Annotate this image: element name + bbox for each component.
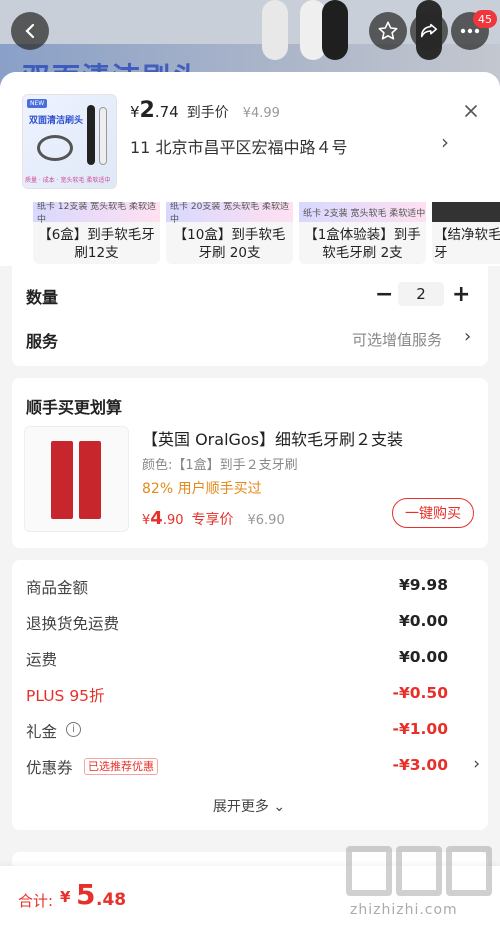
cost-label: PLUS 95折 (26, 687, 105, 705)
service-label: 服务 (26, 332, 59, 351)
star-icon (378, 21, 398, 40)
cost-value: -¥3.00 (392, 756, 448, 774)
cost-label: 优惠券 (26, 759, 73, 777)
more-dots-icon (460, 28, 480, 34)
product-box (51, 441, 73, 519)
product-thumbnail[interactable]: NEW 双面清洁刷头 质量 · 成本 · 宽头软毛 柔软适中 (22, 94, 117, 189)
cost-value: ¥0.00 (398, 612, 448, 630)
variant-option[interactable]: 纸卡 12支装 宽头软毛 柔软适中 【6盒】到手软毛牙刷12支 (33, 202, 160, 264)
cost-value: -¥0.50 (392, 684, 448, 702)
share-icon (420, 23, 438, 38)
upsell-buy-rate: 82% 用户顺手买过 (142, 481, 262, 497)
price-integer: 2 (139, 98, 155, 123)
variant-selector: 纸卡 12支装 宽头软毛 柔软适中 【6盒】到手软毛牙刷12支 纸卡 20支装 … (0, 202, 500, 266)
watermark-text: zhizhizhi.com (350, 902, 458, 918)
close-button[interactable] (460, 100, 482, 122)
service-selector[interactable]: 可选增值服务 (352, 329, 442, 350)
variant-option[interactable]: 纸卡 2支装 宽头软毛 柔软适中 【1盒体验装】到手软毛牙刷 2支 (299, 202, 426, 264)
original-price: ¥4.99 (242, 106, 280, 121)
total-label: 合计: (18, 892, 54, 910)
price-decimal: .74 (154, 103, 179, 121)
variant-strip: 纸卡 2支装 宽头软毛 柔软适中 (299, 202, 426, 222)
recommended-coupon-badge: 已选推荐优惠 (84, 758, 158, 775)
quantity-input[interactable]: 2 (398, 282, 444, 306)
expand-more-button[interactable]: 展开更多 ⌄ (12, 796, 486, 816)
close-icon (465, 105, 477, 117)
upsell-price-tag: 专享价 (191, 512, 234, 528)
total-integer: 5 (76, 878, 96, 911)
chevron-right-icon[interactable]: › (441, 130, 449, 154)
address-text: 11 北京市昌平区宏福中路４号 (130, 138, 348, 157)
cost-label: 退换货免运费 (26, 615, 120, 633)
price-row: ¥ 2 .74 到手价 ¥4.99 (130, 98, 280, 123)
share-button[interactable] (410, 12, 448, 50)
thumbnail-caption: 质量 · 成本 · 宽头软毛 柔软适中 (25, 177, 111, 184)
cost-row: PLUS 95折 -¥0.50 (12, 676, 486, 712)
back-arrow-icon (25, 23, 35, 39)
watermark-glyph (396, 846, 442, 896)
variant-strip: 纸卡 20支装 宽头软毛 柔软适中 (166, 202, 293, 225)
cost-value: ¥0.00 (398, 648, 448, 666)
upsell-price-integer: 4 (150, 508, 163, 529)
upsell-original-price: ¥6.90 (247, 513, 285, 528)
price-symbol: ¥ (130, 103, 140, 121)
thumbnail-brush (99, 107, 107, 165)
variant-label: 【结净软毛牙 (434, 227, 500, 261)
address-selector[interactable]: 11 北京市昌平区宏福中路４号 (130, 134, 460, 158)
total-decimal: .48 (96, 890, 127, 910)
cost-row: 礼金 i -¥1.00 (12, 712, 486, 748)
quantity-decrease-button[interactable]: − (375, 284, 393, 306)
cost-row: 退换货免运费 ¥0.00 (12, 604, 486, 640)
cost-row: 商品金额 ¥9.98 (12, 568, 486, 604)
total-symbol: ¥ (60, 888, 71, 906)
variant-label: 【1盒体验装】到手软毛牙刷 2支 (304, 227, 421, 261)
cost-row: 运费 ¥0.00 (12, 640, 486, 676)
cost-label: 礼金 (26, 723, 58, 741)
favorite-button[interactable] (369, 12, 407, 50)
upsell-price: ¥ 4 .90 专享价 ¥6.90 (142, 508, 285, 529)
options-card: 数量 − 2 + 服务 可选增值服务 › (12, 266, 488, 366)
purchase-sheet: NEW 双面清洁刷头 质量 · 成本 · 宽头软毛 柔软适中 ¥ 2 .74 到… (0, 72, 500, 928)
variant-option[interactable]: 纸卡 20支装 宽头软毛 柔软适中 【10盒】到手软毛牙刷 20支 (166, 202, 293, 264)
chevron-right-icon[interactable]: › (464, 326, 471, 347)
upsell-product-name[interactable]: 【英国 OralGos】细软毛牙刷２支装 (142, 426, 403, 450)
info-icon[interactable]: i (66, 722, 81, 737)
thumbnail-title: 双面清洁刷头 (29, 116, 84, 126)
cost-breakdown-card: 商品金额 ¥9.98 退换货免运费 ¥0.00 运费 ¥0.00 PLUS 95… (12, 560, 488, 830)
toothbrush-image (262, 0, 288, 60)
thumbnail-tag: NEW (27, 99, 48, 108)
cost-value: ¥9.98 (398, 576, 448, 594)
sheet-header: NEW 双面清洁刷头 质量 · 成本 · 宽头软毛 柔软适中 ¥ 2 .74 到… (0, 72, 500, 202)
upsell-title: 顺手买更划算 (26, 398, 123, 417)
one-click-buy-button[interactable]: 一键购买 (392, 498, 474, 528)
watermark-glyph (446, 846, 492, 896)
site-watermark: zhizhizhi.com (342, 846, 492, 922)
quantity-increase-button[interactable]: + (452, 284, 470, 306)
upsell-product-spec: 颜色:【1盒】到手２支牙刷 (142, 458, 298, 473)
toothbrush-image (322, 0, 348, 60)
product-box (79, 441, 101, 519)
variant-label: 【6盒】到手软毛牙刷12支 (38, 227, 155, 261)
upsell-price-symbol: ¥ (142, 513, 151, 528)
upsell-price-decimal: .90 (162, 513, 184, 528)
variant-strip (432, 202, 500, 222)
upsell-card: 顺手买更划算 【英国 OralGos】细软毛牙刷２支装 颜色:【1盒】到手２支牙… (12, 378, 488, 548)
chevron-right-icon[interactable]: › (473, 754, 480, 774)
variant-option[interactable]: 【结净软毛牙 (432, 202, 500, 264)
notification-badge: 45 (473, 10, 497, 28)
quantity-label: 数量 (26, 288, 59, 307)
variant-strip: 纸卡 12支装 宽头软毛 柔软适中 (33, 202, 160, 225)
thumbnail-brush-head (37, 135, 73, 161)
watermark-glyph (346, 846, 392, 896)
price-tag: 到手价 (186, 105, 229, 121)
cost-label: 商品金额 (26, 579, 89, 597)
upsell-product-image[interactable] (24, 426, 129, 532)
thumbnail-brush (87, 105, 95, 165)
variant-label: 【10盒】到手软毛牙刷 20支 (173, 227, 286, 261)
back-button[interactable] (11, 12, 49, 50)
cost-label: 运费 (26, 651, 58, 669)
cost-value: -¥1.00 (392, 720, 448, 738)
coupon-row[interactable]: 优惠券 已选推荐优惠 -¥3.00 › (12, 748, 486, 784)
